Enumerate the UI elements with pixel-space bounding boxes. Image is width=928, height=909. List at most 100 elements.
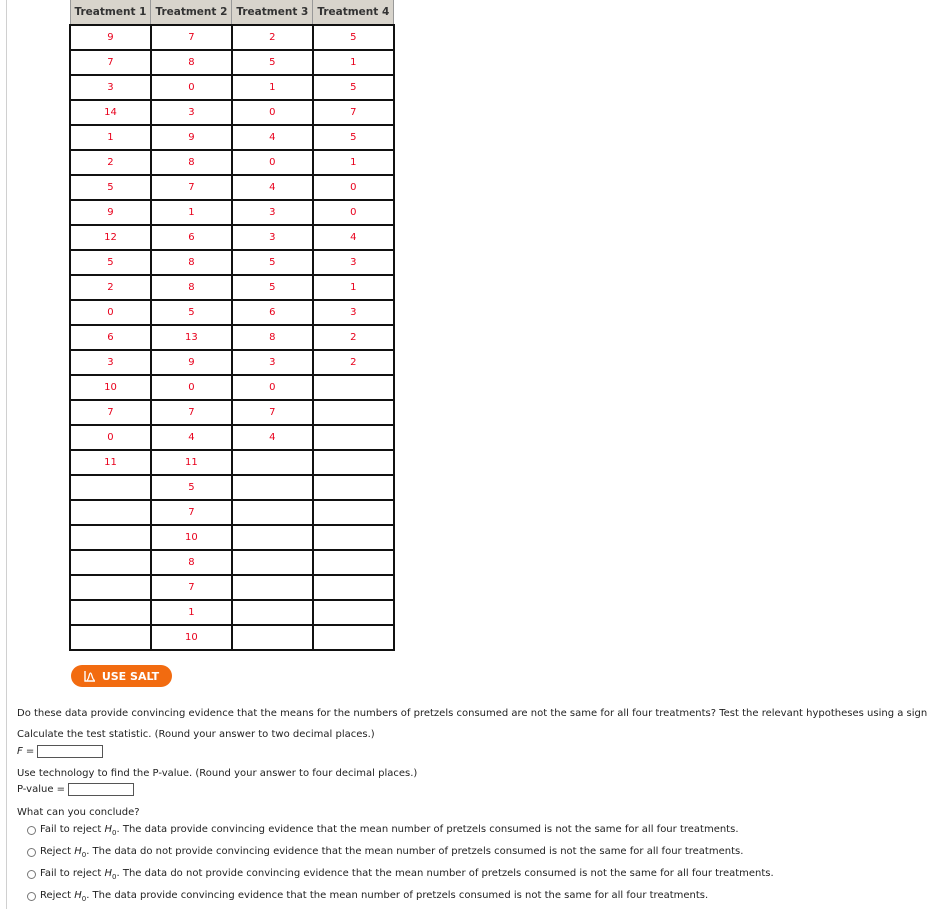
left-margin-rule [6, 0, 7, 909]
treatment-2-cell: 8 [149, 149, 233, 176]
table-row: 5853 [69, 249, 395, 276]
conclusion-option-4[interactable]: Reject H0. The data provide convincing e… [27, 890, 708, 903]
h0-letter: H [104, 868, 113, 879]
treatment-data-table: Treatment 1 Treatment 2 Treatment 3 Trea… [69, 0, 395, 651]
treatment-4-cell [311, 574, 395, 601]
radio-button[interactable] [27, 826, 36, 835]
treatment-4-cell: 2 [311, 349, 395, 376]
header-treatment-3: Treatment 3 [231, 0, 314, 26]
treatment-1-cell: 3 [69, 74, 152, 101]
treatment-2-cell: 9 [149, 349, 233, 376]
treatment-3-cell [230, 574, 314, 601]
treatment-3-cell: 5 [230, 249, 314, 276]
treatment-1-cell: 0 [69, 299, 152, 326]
treatment-1-cell: 11 [69, 449, 152, 476]
option-prefix: Fail to reject [40, 824, 105, 835]
treatment-4-cell: 1 [311, 49, 395, 76]
treatment-1-cell [69, 574, 152, 601]
treatment-3-cell [230, 474, 314, 501]
treatment-3-cell: 3 [230, 349, 314, 376]
pvalue-input[interactable] [68, 783, 135, 796]
treatment-1-cell: 0 [69, 424, 152, 451]
conclusion-option-2[interactable]: Reject H0. The data do not provide convi… [27, 846, 743, 859]
treatment-2-cell: 1 [149, 199, 233, 226]
f-statistic-input[interactable] [37, 745, 104, 758]
h0-letter: H [74, 846, 82, 857]
treatment-4-cell [311, 374, 395, 401]
treatment-4-cell: 1 [311, 149, 395, 176]
treatment-2-cell: 0 [149, 74, 233, 101]
option-suffix: . The data provide convincing evidence t… [86, 890, 709, 901]
treatment-4-cell [311, 624, 395, 651]
table-row: 777 [69, 399, 395, 426]
treatment-4-cell [311, 524, 395, 551]
treatment-2-cell: 0 [149, 374, 233, 401]
treatment-2-cell: 11 [149, 449, 233, 476]
conclusion-option-3[interactable]: Fail to reject H0. The data do not provi… [27, 868, 774, 881]
treatment-2-cell: 3 [149, 99, 233, 126]
treatment-4-cell: 3 [311, 249, 395, 276]
treatment-2-cell: 6 [149, 224, 233, 251]
treatment-3-cell [230, 549, 314, 576]
table-row: 3015 [69, 74, 395, 101]
conclude-prompt: What can you conclude? [17, 807, 140, 818]
radio-button[interactable] [27, 848, 36, 857]
table-row: 3932 [69, 349, 395, 376]
conclusion-option-1[interactable]: Fail to reject H0. The data provide conv… [27, 824, 739, 837]
treatment-3-cell [230, 499, 314, 526]
table-row: 0563 [69, 299, 395, 326]
treatment-4-cell [311, 549, 395, 576]
header-treatment-2: Treatment 2 [150, 0, 233, 26]
treatment-3-cell: 5 [230, 274, 314, 301]
treatment-2-cell: 8 [149, 549, 233, 576]
treatment-1-cell [69, 499, 152, 526]
treatment-4-cell: 5 [311, 74, 395, 101]
table-row: 5 [69, 474, 395, 501]
option-text: Reject H0. The data do not provide convi… [40, 846, 743, 859]
treatment-2-cell: 5 [149, 474, 233, 501]
treatment-3-cell [230, 624, 314, 651]
radio-button[interactable] [27, 870, 36, 879]
header-treatment-4: Treatment 4 [312, 0, 395, 26]
treatment-3-cell: 2 [230, 24, 314, 51]
treatment-2-cell: 4 [149, 424, 233, 451]
treatment-1-cell: 6 [69, 324, 152, 351]
treatment-2-cell: 8 [149, 49, 233, 76]
h0-letter: H [104, 824, 113, 835]
radio-button[interactable] [27, 892, 36, 901]
option-prefix: Fail to reject [40, 868, 105, 879]
pvalue-label: P-value = [17, 784, 66, 795]
treatment-4-cell: 2 [311, 324, 395, 351]
treatment-2-cell: 1 [149, 599, 233, 626]
treatment-3-cell: 4 [230, 424, 314, 451]
treatment-4-cell [311, 399, 395, 426]
treatment-3-cell [230, 599, 314, 626]
treatment-2-cell: 7 [149, 24, 233, 51]
header-treatment-1: Treatment 1 [69, 0, 152, 26]
option-suffix: . The data provide convincing evidence t… [116, 824, 739, 835]
treatment-4-cell: 3 [311, 299, 395, 326]
h0-letter: H [74, 890, 82, 901]
table-row: 6 13 8 2 [69, 324, 395, 351]
treatment-1-cell: 2 [69, 274, 152, 301]
treatment-1-cell: 9 [69, 24, 152, 51]
use-salt-label: USE SALT [101, 669, 160, 683]
pvalue-instruction: Use technology to find the P-value. (Rou… [17, 768, 418, 779]
treatment-2-cell: 5 [149, 299, 233, 326]
table-row: 8 [69, 549, 395, 576]
salt-graph-icon [84, 671, 95, 682]
null-hypothesis-symbol: H0 [104, 868, 117, 881]
treatment-4-cell: 0 [311, 174, 395, 201]
treatment-3-cell [230, 524, 314, 551]
treatment-1-cell: 14 [69, 99, 152, 126]
use-salt-button[interactable]: USE SALT [71, 665, 172, 687]
treatment-3-cell: 4 [230, 174, 314, 201]
treatment-4-cell [311, 449, 395, 476]
table-row: 044 [69, 424, 395, 451]
option-prefix: Reject [40, 890, 75, 901]
table-row: 7 [69, 499, 395, 526]
question-prompt: Do these data provide convincing evidenc… [17, 708, 928, 719]
test-statistic-instruction: Calculate the test statistic. (Round you… [17, 729, 375, 740]
treatment-1-cell: 9 [69, 199, 152, 226]
treatment-1-cell: 2 [69, 149, 152, 176]
